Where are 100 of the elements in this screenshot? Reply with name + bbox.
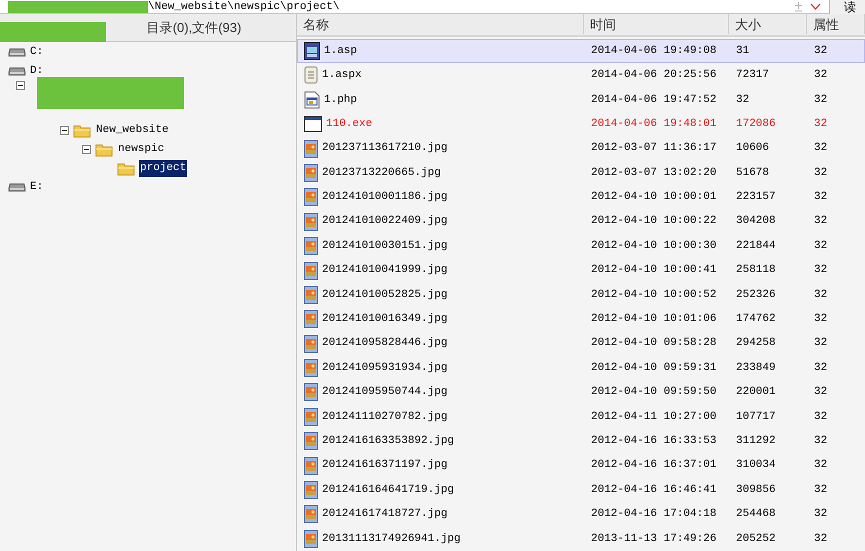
file-row[interactable]: 20123713220665.jpg 2012-03-07 13:02:20 51678 32 bbox=[297, 160, 865, 186]
file-row[interactable]: 20131113174926941.jpg 2013-11-13 17:49:26 205252 32 bbox=[297, 526, 865, 551]
file-size: 205252 bbox=[736, 532, 776, 545]
file-attribute: 32 bbox=[814, 532, 828, 545]
file-row[interactable]: 201237113617210.jpg 2012-03-07 11:36:17 10606 32 bbox=[297, 136, 865, 161]
image-file-icon bbox=[304, 481, 318, 500]
column-header[interactable]: 名称 bbox=[297, 14, 584, 34]
file-time: 2012-03-07 13:02:20 bbox=[591, 166, 716, 179]
column-header[interactable]: 大小 bbox=[729, 14, 807, 34]
folder-label[interactable]: project bbox=[139, 160, 188, 177]
column-header[interactable]: 属性 bbox=[807, 14, 865, 34]
file-row[interactable]: 2012416164641719.jpg 2012-04-16 16:46:41 309856 32 bbox=[297, 478, 865, 502]
file-attribute: 32 bbox=[814, 484, 828, 496]
file-name: 201241010030151.jpg bbox=[322, 238, 448, 254]
folder-label[interactable]: New_website bbox=[95, 122, 170, 139]
file-name: 20131113174926941.jpg bbox=[322, 532, 461, 547]
file-row[interactable]: 1.php 2014-04-06 19:47:52 32 32 bbox=[297, 88, 865, 112]
file-attribute: 32 bbox=[814, 94, 828, 106]
file-time: 2012-04-10 10:01:06 bbox=[591, 313, 716, 326]
file-row[interactable]: 201241617418727.jpg 2012-04-16 17:04:18 254468 32 bbox=[297, 502, 865, 527]
file-name: 1.aspx bbox=[322, 68, 362, 84]
file-time: 2012-04-10 09:59:50 bbox=[591, 386, 716, 398]
file-name: 201241110270782.jpg bbox=[322, 410, 448, 425]
file-size: 221844 bbox=[736, 240, 776, 252]
file-attribute: 32 bbox=[814, 264, 828, 276]
file-attribute: 32 bbox=[814, 118, 828, 130]
file-name: 2012416163353892.jpg bbox=[322, 434, 454, 449]
collapse-box-icon[interactable] bbox=[60, 126, 69, 135]
file-row[interactable]: 201241616371197.jpg 2012-04-16 16:37:01 310034 32 bbox=[297, 453, 865, 478]
file-time: 2012-04-10 10:00:52 bbox=[591, 288, 716, 301]
image-file-icon bbox=[304, 188, 318, 206]
file-time: 2012-04-16 16:33:53 bbox=[591, 434, 716, 447]
application-window-icon bbox=[304, 116, 322, 132]
file-time: 2014-04-06 20:25:56 bbox=[591, 69, 716, 82]
address-path: \New_website\newspic\project\ bbox=[148, 0, 340, 14]
folder-label[interactable]: newspic bbox=[117, 141, 166, 158]
file-attribute: 32 bbox=[814, 215, 828, 228]
file-time: 2012-04-10 10:00:22 bbox=[591, 215, 716, 228]
file-row[interactable]: 201241095931934.jpg 2012-04-10 09:59:31 233849 32 bbox=[297, 356, 865, 380]
file-attribute: 32 bbox=[814, 69, 828, 82]
file-time: 2012-04-16 16:46:41 bbox=[591, 484, 716, 496]
file-attribute: 32 bbox=[814, 166, 828, 179]
file-size: 258118 bbox=[736, 264, 776, 276]
file-attribute: 32 bbox=[814, 459, 828, 472]
file-attribute: 32 bbox=[814, 44, 828, 57]
file-name: 201241095950744.jpg bbox=[322, 385, 448, 400]
chevron-down-icon[interactable] bbox=[810, 3, 821, 10]
image-file-icon bbox=[304, 334, 318, 353]
file-attribute: 32 bbox=[814, 142, 828, 154]
file-row[interactable]: 110.exe 2014-04-06 19:48:01 172086 32 bbox=[297, 112, 865, 136]
image-file-icon bbox=[304, 432, 318, 450]
file-attribute: 32 bbox=[814, 362, 828, 374]
file-time: 2013-11-13 17:49:26 bbox=[591, 532, 716, 545]
file-row[interactable]: 1.asp 2014-04-06 19:49:08 31 32 bbox=[297, 38, 865, 64]
image-file-icon bbox=[304, 359, 318, 378]
file-name: 1.php bbox=[324, 92, 358, 108]
file-row[interactable]: 2012416163353892.jpg 2012-04-16 16:33:53 311292 32 bbox=[297, 429, 865, 454]
file-row[interactable]: 201241095950744.jpg 2012-04-10 09:59:50 220001 32 bbox=[297, 380, 865, 405]
file-row[interactable]: 201241010030151.jpg 2012-04-10 10:00:30 221844 32 bbox=[297, 234, 865, 258]
column-header[interactable]: 时间 bbox=[584, 14, 729, 34]
drive-icon bbox=[8, 48, 26, 57]
file-name: 201237113617210.jpg bbox=[322, 141, 448, 156]
file-name: 1.asp bbox=[324, 44, 358, 59]
file-row[interactable]: 201241095828446.jpg 2012-04-10 09:58:28 294258 32 bbox=[297, 331, 865, 356]
file-name: 201241010041999.jpg bbox=[322, 263, 448, 278]
file-size: 309856 bbox=[736, 484, 776, 496]
image-file-icon bbox=[304, 212, 318, 231]
file-name: 201241617418727.jpg bbox=[322, 507, 448, 522]
file-row[interactable]: 201241010041999.jpg 2012-04-10 10:00:41 258118 32 bbox=[297, 258, 865, 283]
drive-label[interactable]: C: bbox=[30, 44, 44, 61]
file-size: 220001 bbox=[736, 386, 776, 398]
file-name: 110.exe bbox=[326, 116, 372, 132]
file-time: 2012-04-16 16:37:01 bbox=[591, 459, 716, 472]
file-time: 2014-04-06 19:48:01 bbox=[591, 118, 716, 130]
file-size: 254468 bbox=[736, 508, 776, 520]
file-size: 32 bbox=[736, 94, 750, 106]
file-row[interactable]: 201241010001186.jpg 2012-04-10 10:00:01 223157 32 bbox=[297, 185, 865, 210]
panel-header: 目录(0),文件(93) bbox=[146, 18, 242, 37]
file-name: 201241616371197.jpg bbox=[322, 458, 448, 474]
read-button[interactable]: 读 bbox=[829, 0, 865, 14]
file-attribute: 32 bbox=[814, 410, 828, 423]
file-row[interactable]: 201241010022409.jpg 2012-04-10 10:00:22 304208 32 bbox=[297, 210, 865, 234]
file-name: 201241010016349.jpg bbox=[322, 312, 448, 328]
file-row[interactable]: 201241110270782.jpg 2012-04-11 10:27:00 107717 32 bbox=[297, 404, 865, 430]
drive-label[interactable]: E: bbox=[30, 179, 44, 196]
collapse-box-icon[interactable] bbox=[16, 81, 25, 90]
collapse-box-icon[interactable] bbox=[82, 145, 91, 154]
file-attribute: 32 bbox=[814, 434, 828, 447]
file-row[interactable]: 201241010016349.jpg 2012-04-10 10:01:06 174762 32 bbox=[297, 307, 865, 332]
file-attribute: 32 bbox=[814, 288, 828, 301]
file-row[interactable]: 1.aspx 2014-04-06 20:25:56 72317 32 bbox=[297, 63, 865, 88]
file-size: 294258 bbox=[736, 337, 776, 350]
file-row[interactable]: 201241010052825.jpg 2012-04-10 10:00:52 252326 32 bbox=[297, 282, 865, 308]
file-size: 223157 bbox=[736, 191, 776, 204]
file-name: 201241010001186.jpg bbox=[322, 190, 448, 206]
image-file-icon bbox=[304, 262, 318, 280]
image-file-icon bbox=[304, 383, 318, 402]
drive-label[interactable]: D: bbox=[30, 63, 44, 80]
file-size: 310034 bbox=[736, 459, 776, 472]
file-size: 51678 bbox=[736, 166, 770, 179]
